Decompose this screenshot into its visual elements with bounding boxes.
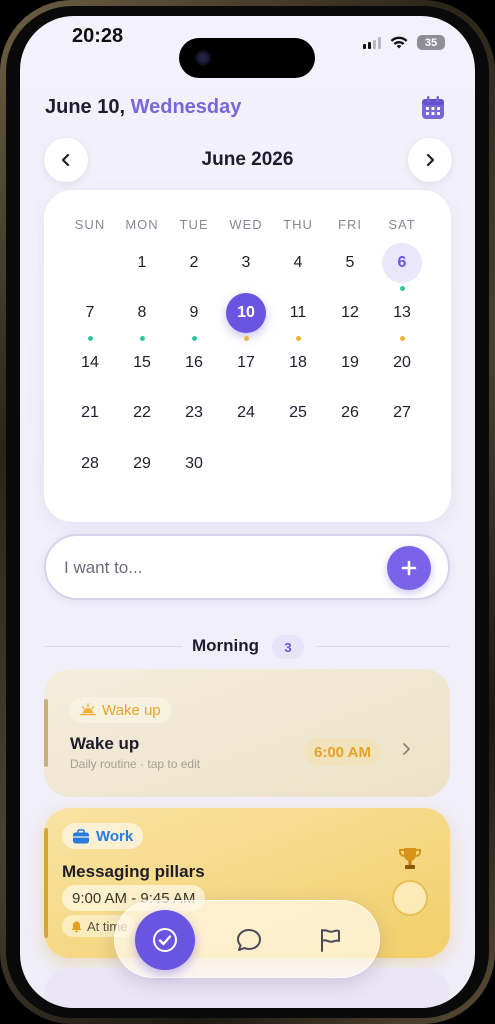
camera-icon xyxy=(195,50,211,66)
calendar-grid: SUN MON TUE WED THU FRI SAT 1 2 3 4 5 6 … xyxy=(44,190,451,522)
status-time: 20:28 xyxy=(72,25,124,47)
task-tag-label: Wake up xyxy=(102,701,161,719)
bell-icon xyxy=(71,921,82,933)
calendar-day[interactable]: 15 xyxy=(122,343,162,383)
calendar-day-today[interactable]: 10 xyxy=(226,293,266,333)
section-count-badge: 3 xyxy=(272,635,304,659)
weekday-header: WED xyxy=(229,217,263,232)
event-dot xyxy=(192,336,197,341)
calendar-day[interactable]: 5 xyxy=(330,243,370,283)
calendar-day[interactable]: 25 xyxy=(278,393,318,433)
task-subtitle: Daily routine · tap to edit xyxy=(70,757,201,771)
quick-add-input[interactable]: I want to... xyxy=(44,534,450,600)
calendar-day[interactable]: 17 xyxy=(226,343,266,383)
calendar-day-selected[interactable]: 6 xyxy=(382,243,422,283)
trophy-icon xyxy=(399,848,421,869)
bottom-tab-bar xyxy=(114,900,380,978)
event-dot xyxy=(244,336,249,341)
chevron-right-icon[interactable] xyxy=(400,742,412,756)
event-dot xyxy=(400,286,405,291)
calendar-day[interactable]: 8 xyxy=(122,293,162,333)
signal-icon xyxy=(363,36,381,49)
chevron-right-icon xyxy=(426,153,435,167)
next-month-button[interactable] xyxy=(408,138,452,182)
event-dot xyxy=(296,336,301,341)
calendar-day[interactable]: 28 xyxy=(70,444,110,484)
plus-icon xyxy=(401,560,417,576)
calendar-day[interactable]: 23 xyxy=(174,393,214,433)
tab-chat[interactable] xyxy=(234,925,264,955)
calendar-day[interactable]: 18 xyxy=(278,343,318,383)
calendar-day[interactable]: 21 xyxy=(70,393,110,433)
quick-add-placeholder: I want to... xyxy=(64,558,143,577)
task-time-pill[interactable]: 6:00 AM xyxy=(304,738,381,766)
calendar-day[interactable]: 1 xyxy=(122,243,162,283)
sunrise-icon xyxy=(80,703,96,716)
calendar-day[interactable]: 11 xyxy=(278,293,318,333)
tab-tasks[interactable] xyxy=(135,910,195,970)
task-title: Wake up xyxy=(70,734,140,753)
tab-goals[interactable] xyxy=(315,925,345,955)
calendar-day[interactable]: 27 xyxy=(382,393,422,433)
task-title: Messaging pillars xyxy=(62,862,205,881)
calendar-day[interactable]: 22 xyxy=(122,393,162,433)
complete-checkbox[interactable] xyxy=(392,880,428,916)
calendar-day[interactable]: 26 xyxy=(330,393,370,433)
calendar-day[interactable]: 14 xyxy=(70,343,110,383)
wifi-icon xyxy=(390,36,408,49)
flag-icon xyxy=(321,929,340,952)
calendar-day[interactable]: 30 xyxy=(174,444,214,484)
section-title: Morning xyxy=(192,636,260,655)
calendar-icon[interactable] xyxy=(420,95,446,121)
task-card[interactable]: Wake up Wake up Daily routine · tap to e… xyxy=(44,669,450,797)
month-title: June 2026 xyxy=(201,149,294,170)
briefcase-icon xyxy=(73,828,89,843)
weekday-header: SUN xyxy=(74,217,106,232)
battery-indicator: 35 xyxy=(417,35,445,50)
event-dot xyxy=(400,336,405,341)
page-title: June 10, Wednesday xyxy=(45,96,241,119)
calendar-day[interactable]: 2 xyxy=(174,243,214,283)
dynamic-island xyxy=(179,38,315,78)
add-task-button[interactable] xyxy=(387,546,431,590)
weekday-header: FRI xyxy=(338,217,362,232)
weekday-header: MON xyxy=(125,217,159,232)
task-tag: Wake up xyxy=(70,697,171,723)
status-icons: 35 xyxy=(363,35,445,50)
card-accent-bar xyxy=(44,828,48,938)
check-icon xyxy=(153,928,177,952)
calendar-day[interactable]: 16 xyxy=(174,343,214,383)
weekday-header: TUE xyxy=(179,217,209,232)
calendar-day[interactable]: 3 xyxy=(226,243,266,283)
calendar-day[interactable]: 13 xyxy=(382,293,422,333)
weekday-label: Wednesday xyxy=(130,96,242,118)
calendar-day[interactable]: 24 xyxy=(226,393,266,433)
chat-bubble-icon xyxy=(237,929,261,951)
calendar-day[interactable]: 4 xyxy=(278,243,318,283)
divider xyxy=(316,646,450,647)
calendar-day[interactable]: 19 xyxy=(330,343,370,383)
event-dot xyxy=(88,336,93,341)
task-tag: Work xyxy=(62,823,144,849)
calendar-day[interactable]: 9 xyxy=(174,293,214,333)
date-label: June 10, xyxy=(45,96,126,118)
task-tag-label: Work xyxy=(96,827,134,845)
weekday-header: THU xyxy=(283,217,313,232)
screen: 20:28 35 June 10, Wednesday June 2026 SU… xyxy=(20,16,475,1008)
calendar-day[interactable]: 29 xyxy=(122,444,162,484)
event-dot xyxy=(140,336,145,341)
divider xyxy=(44,646,182,647)
card-accent-bar xyxy=(44,699,48,767)
weekday-header: SAT xyxy=(388,217,416,232)
calendar-day[interactable]: 7 xyxy=(70,293,110,333)
calendar-day[interactable]: 12 xyxy=(330,293,370,333)
calendar-day[interactable]: 20 xyxy=(382,343,422,383)
